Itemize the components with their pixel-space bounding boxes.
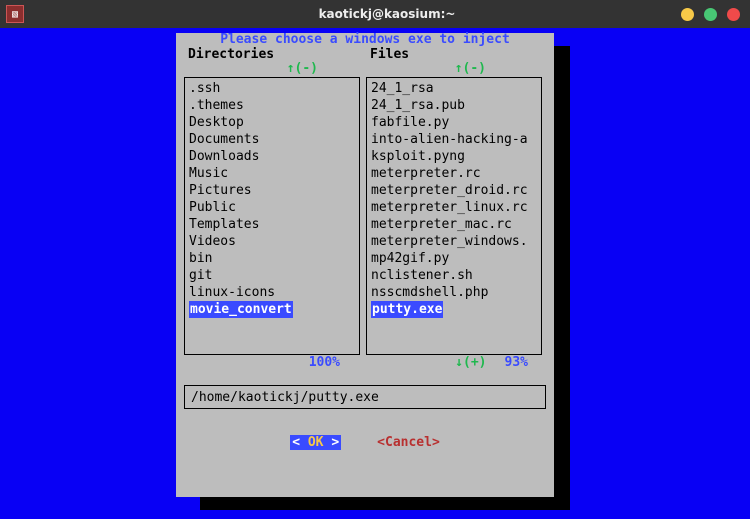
terminal-area: Please choose a windows exe to inject Di… xyxy=(0,28,750,519)
scroll-footer: 100% ↓(+) 93% xyxy=(184,356,546,370)
directories-panel[interactable]: .ssh.themesDesktopDocumentsDownloadsMusi… xyxy=(184,77,360,355)
file-item[interactable]: nclistener.sh xyxy=(371,267,537,284)
file-select-dialog: Please choose a windows exe to inject Di… xyxy=(176,33,554,497)
window-titlebar: ▧ kaotickj@kaosium:~ xyxy=(0,0,750,28)
file-item[interactable]: meterpreter_droid.rc xyxy=(371,182,537,199)
file-item[interactable]: 24_1_rsa.pub xyxy=(371,97,537,114)
path-input[interactable]: /home/kaotickj/putty.exe xyxy=(184,385,546,409)
files-scroll-down-icon: ↓(+) xyxy=(455,356,486,370)
directory-item[interactable]: movie_convert xyxy=(189,301,293,318)
directory-item[interactable]: bin xyxy=(189,250,355,267)
close-button[interactable] xyxy=(727,8,740,21)
file-item[interactable]: putty.exe xyxy=(371,301,443,318)
directory-item[interactable]: git xyxy=(189,267,355,284)
file-item[interactable]: nsscmdshell.php xyxy=(371,284,537,301)
path-value: /home/kaotickj/putty.exe xyxy=(191,390,379,405)
directory-item[interactable]: Desktop xyxy=(189,114,355,131)
file-item[interactable]: meterpreter_linux.rc xyxy=(371,199,537,216)
directory-item[interactable]: Videos xyxy=(189,233,355,250)
ok-button[interactable]: < OK > xyxy=(290,435,341,450)
scroll-indicators-top: ↑(-) ↑(-) xyxy=(184,62,546,75)
file-item[interactable]: 24_1_rsa xyxy=(371,80,537,97)
files-panel[interactable]: 24_1_rsa24_1_rsa.pubfabfile.pyinto-alien… xyxy=(366,77,542,355)
cancel-button[interactable]: <Cancel> xyxy=(377,435,440,450)
directory-item[interactable]: Pictures xyxy=(189,182,355,199)
directory-item[interactable]: Music xyxy=(189,165,355,182)
dir-scroll-up-icon: ↑(-) xyxy=(184,62,366,75)
window-title: kaotickj@kaosium:~ xyxy=(24,7,750,21)
directory-item[interactable]: Public xyxy=(189,199,355,216)
file-item[interactable]: mp42gif.py xyxy=(371,250,537,267)
files-scroll-up-icon: ↑(-) xyxy=(366,62,546,75)
minimize-button[interactable] xyxy=(681,8,694,21)
directory-item[interactable]: .ssh xyxy=(189,80,355,97)
directories-header: Directories xyxy=(184,47,366,62)
file-item[interactable]: fabfile.py xyxy=(371,114,537,131)
directory-item[interactable]: Downloads xyxy=(189,148,355,165)
column-headers: Directories Files xyxy=(184,47,546,62)
maximize-button[interactable] xyxy=(704,8,717,21)
file-item[interactable]: meterpreter.rc xyxy=(371,165,537,182)
files-header: Files xyxy=(366,47,546,62)
window-controls xyxy=(681,8,740,21)
file-item[interactable]: meterpreter_mac.rc xyxy=(371,216,537,233)
file-item[interactable]: meterpreter_windows. xyxy=(371,233,537,250)
directory-item[interactable]: .themes xyxy=(189,97,355,114)
dialog-buttons: < OK > <Cancel> xyxy=(184,435,546,450)
file-item[interactable]: ksploit.pyng xyxy=(371,148,537,165)
dir-percent: 100% xyxy=(184,356,366,370)
directory-item[interactable]: Documents xyxy=(189,131,355,148)
directory-item[interactable]: Templates xyxy=(189,216,355,233)
directory-item[interactable]: linux-icons xyxy=(189,284,355,301)
app-icon: ▧ xyxy=(6,5,24,23)
files-percent: 93% xyxy=(505,356,528,370)
dialog-title: Please choose a windows exe to inject xyxy=(184,33,546,47)
file-item[interactable]: into-alien-hacking-a xyxy=(371,131,537,148)
